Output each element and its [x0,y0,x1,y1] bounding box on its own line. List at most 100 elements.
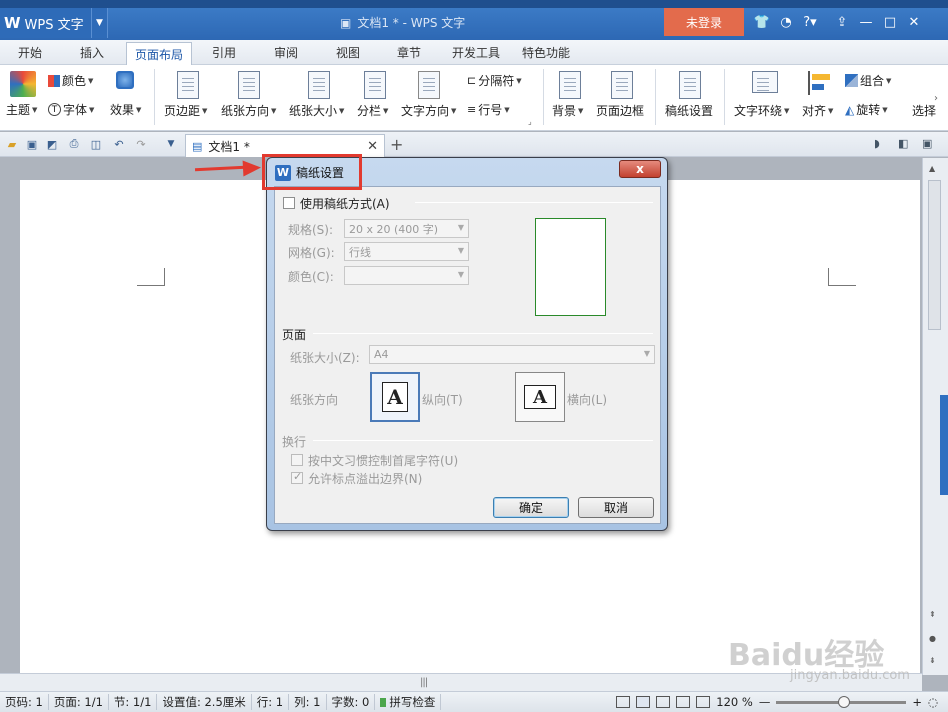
select-button[interactable]: 选择 [912,102,936,119]
chevron-down-icon[interactable]: ▼ [164,137,178,151]
theme-label: 主题 [6,103,31,117]
page-border-button[interactable]: 页面边框 [596,102,644,119]
select-browse-icon[interactable]: ● [929,634,936,643]
status-words[interactable]: 字数: 0 [327,694,376,710]
full-screen-view-icon[interactable] [616,696,631,708]
paper-size-button[interactable]: 纸张大小 ▼ [289,102,344,119]
tab-developer[interactable]: 开发工具 [452,44,500,61]
document-tab-label: 文档1 * [208,139,250,154]
zoom-fit-icon[interactable]: ◌ [928,695,938,709]
font-label: 字体 [63,103,88,117]
page-group-label: 页面 [282,328,307,342]
close-tab-icon[interactable]: ✕ [367,139,378,154]
paper-size-select-value: A4 [374,348,389,361]
ok-button[interactable]: 确定 [493,497,569,518]
rotate-label: 旋转 [856,103,881,117]
effect-button[interactable]: 效果 ▼ [110,101,141,118]
draft-setting-button[interactable]: 稿纸设置 [665,102,713,119]
tab-insert[interactable]: 插入 [80,44,104,61]
margins-button[interactable]: 页边距 ▼ [164,102,207,119]
zoom-slider-knob[interactable] [838,695,851,708]
theme-button[interactable]: 主题 ▼ [6,101,37,118]
chevron-down-icon: ▼ [457,246,464,255]
web-view-icon[interactable] [676,696,691,708]
panel-icon[interactable]: ◗ [874,137,880,150]
panel-toggle-icon[interactable]: ◧ [898,137,908,150]
tab-review[interactable]: 审阅 [274,44,298,61]
outline-view-icon[interactable] [656,696,671,708]
group-button[interactable]: 组合 ▼ [845,72,891,89]
page-down-icon[interactable]: ⇟ [929,656,936,665]
dialog-launcher-icon[interactable]: ⌟ [528,117,532,126]
spell-check-toggle[interactable]: 拼写检查 [375,694,442,710]
save-icon[interactable]: ▣ [25,137,39,151]
spec-select[interactable]: 20 x 20 (400 字) ▼ [344,219,469,238]
reading-view-icon[interactable] [696,696,711,708]
ribbon-scroll-right-icon[interactable]: › [934,93,938,104]
page-up-icon[interactable]: ⇞ [929,610,936,619]
line-number-button[interactable]: ≡ 行号 ▼ [467,101,510,118]
use-draft-checkbox[interactable] [283,197,295,209]
page-view-icon[interactable] [636,696,651,708]
pdf-icon[interactable]: ◩ [45,137,59,151]
zoom-slider[interactable] [776,695,907,708]
punctuation-overflow-checkbox[interactable] [291,470,303,484]
status-page[interactable]: 页码: 1 [0,694,49,710]
landscape-option[interactable]: A [515,372,565,422]
portrait-option[interactable]: A [370,372,420,422]
tab-features[interactable]: 特色功能 [522,44,570,61]
print-preview-icon[interactable]: ◫ [89,137,103,151]
page-corner-mark [137,268,165,286]
print-icon[interactable]: ⎙ [67,137,81,151]
scroll-grip[interactable]: ||| [420,677,428,688]
redo-icon[interactable]: ↷ [134,137,148,151]
line-number-label: 行号 [478,103,503,117]
tab-start[interactable]: 开始 [18,44,42,61]
align-button[interactable]: 对齐 ▼ [802,102,833,119]
open-icon[interactable]: ▰ [5,137,19,151]
tab-chapter[interactable]: 章节 [397,44,421,61]
paper-size-select[interactable]: A4 ▼ [369,345,655,364]
columns-button[interactable]: 分栏 ▼ [357,102,388,119]
minimize-icon[interactable]: — [854,10,878,34]
side-panel-handle[interactable] [940,395,948,495]
separator-button[interactable]: ⊏ 分隔符 ▼ [467,72,522,89]
share-icon[interactable]: ⇪ [830,10,854,34]
zoom-level[interactable]: 120 % [716,695,753,709]
zoom-in-icon[interactable]: + [912,695,922,709]
horizontal-scrollbar[interactable]: ||| [0,673,922,691]
tab-view[interactable]: 视图 [336,44,360,61]
break-icon: ⊏ [467,74,477,87]
grid-select[interactable]: 行线 ▼ [344,242,469,261]
skin-icon[interactable]: 👕 [750,10,774,34]
font-button[interactable]: T 字体 ▼ [48,101,94,118]
rotate-button[interactable]: ◭ 旋转 ▼ [845,101,888,118]
text-wrap-button[interactable]: 文字环绕 ▼ [734,102,789,119]
maximize-icon[interactable]: □ [878,10,902,34]
cancel-button[interactable]: 取消 [578,497,654,518]
text-direction-button[interactable]: 文字方向 ▼ [401,102,456,119]
tab-references[interactable]: 引用 [212,44,236,61]
app-menu-button[interactable]: W WPS 文字 ▼ [0,8,108,38]
new-tab-icon[interactable]: + [390,135,403,154]
tab-page-layout[interactable]: 页面布局 [126,42,193,66]
text-direction-icon [418,71,440,99]
dialog-close-button[interactable]: x [619,160,661,178]
background-button[interactable]: 背景 ▼ [552,102,583,119]
zoom-out-icon[interactable]: — [759,695,771,709]
orientation-button[interactable]: 纸张方向 ▼ [221,102,276,119]
scroll-thumb[interactable] [928,180,941,330]
chevron-down-icon[interactable]: ▼ [91,8,107,38]
color-select[interactable]: ▼ [344,266,469,285]
panel-close-icon[interactable]: ▣ [922,137,932,150]
feedback-icon[interactable]: ◔ [774,10,798,34]
undo-icon[interactable]: ↶ [112,137,126,151]
scroll-up-icon[interactable]: ▲ [929,164,935,173]
color-button[interactable]: 颜色 ▼ [48,72,93,89]
annotation-arrow-head [242,159,262,177]
close-icon[interactable]: ✕ [902,10,926,34]
control-chars-checkbox[interactable] [291,454,303,466]
help-icon[interactable]: ?▾ [798,10,822,34]
login-button[interactable]: 未登录 [664,8,744,36]
portrait-icon: A [382,382,408,412]
